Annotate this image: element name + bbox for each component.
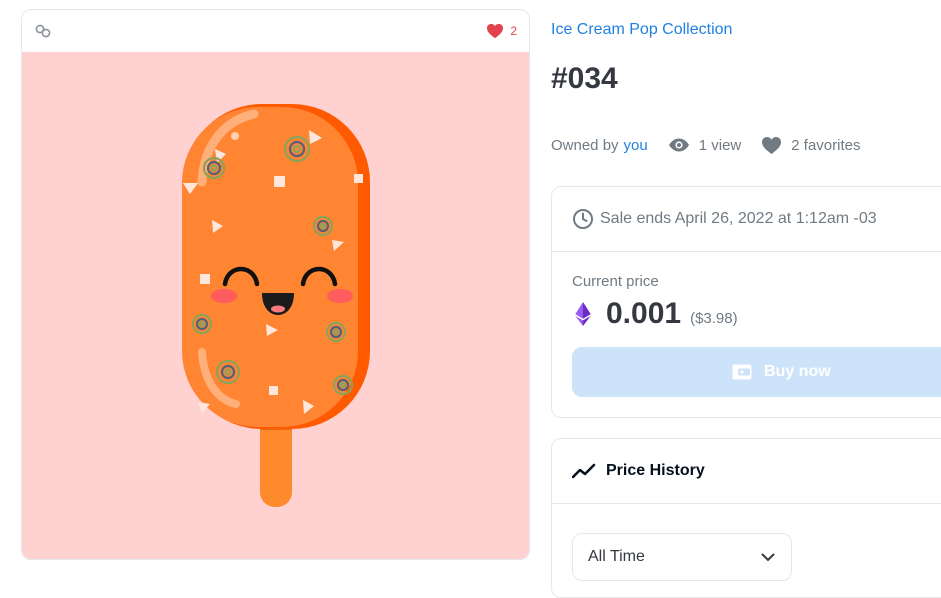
link-chain-icon[interactable]: [34, 22, 52, 40]
views-text: 1 view: [698, 136, 742, 154]
price-row: 0.001 ($3.98): [574, 297, 738, 331]
ethereum-icon: [575, 302, 591, 326]
chevron-down-icon: [761, 553, 775, 561]
heart-icon[interactable]: [486, 23, 504, 39]
favorites-text: 2 favorites: [791, 136, 861, 154]
collection-link[interactable]: Ice Cream Pop Collection: [551, 21, 732, 39]
owner-link[interactable]: you: [624, 137, 648, 154]
heart-icon: [762, 136, 782, 154]
favorites-count[interactable]: 2 favorites: [761, 136, 860, 155]
time-range-select[interactable]: All Time: [572, 533, 792, 581]
price-usd: ($3.98): [690, 309, 738, 327]
price-history-panel: Price History All Time: [551, 438, 941, 598]
time-range-value: All Time: [588, 548, 645, 565]
nft-artwork[interactable]: [22, 52, 529, 559]
price-value: 0.001: [606, 297, 682, 330]
price-history-header[interactable]: Price History: [552, 439, 941, 504]
card-header: 2: [22, 10, 529, 52]
wallet-icon: [732, 364, 752, 380]
price-history-title: Price History: [606, 462, 705, 479]
current-price-label: Current price: [572, 273, 659, 290]
sale-end-text: Sale ends April 26, 2022 at 1:12am -03: [600, 210, 877, 227]
trending-line-icon: [572, 463, 596, 479]
owned-by-label: Owned by: [551, 136, 619, 154]
views-count: 1 view: [668, 136, 742, 154]
buy-now-label: Buy now: [764, 363, 831, 380]
clock-icon: [573, 209, 593, 229]
buy-now-button[interactable]: Buy now: [572, 347, 941, 397]
popsicle-illustration: [182, 104, 370, 507]
item-meta: Owned by you 1 view 2 favorites: [551, 134, 860, 156]
eye-icon: [668, 138, 689, 152]
item-title: #034: [551, 62, 618, 95]
sale-end-row: Sale ends April 26, 2022 at 1:12am -03: [552, 187, 941, 252]
favorite-toggle[interactable]: 2: [486, 23, 517, 39]
nft-image-card: 2: [21, 9, 530, 560]
favorite-count: 2: [510, 24, 517, 38]
sale-panel: Sale ends April 26, 2022 at 1:12am -03 C…: [551, 186, 941, 418]
